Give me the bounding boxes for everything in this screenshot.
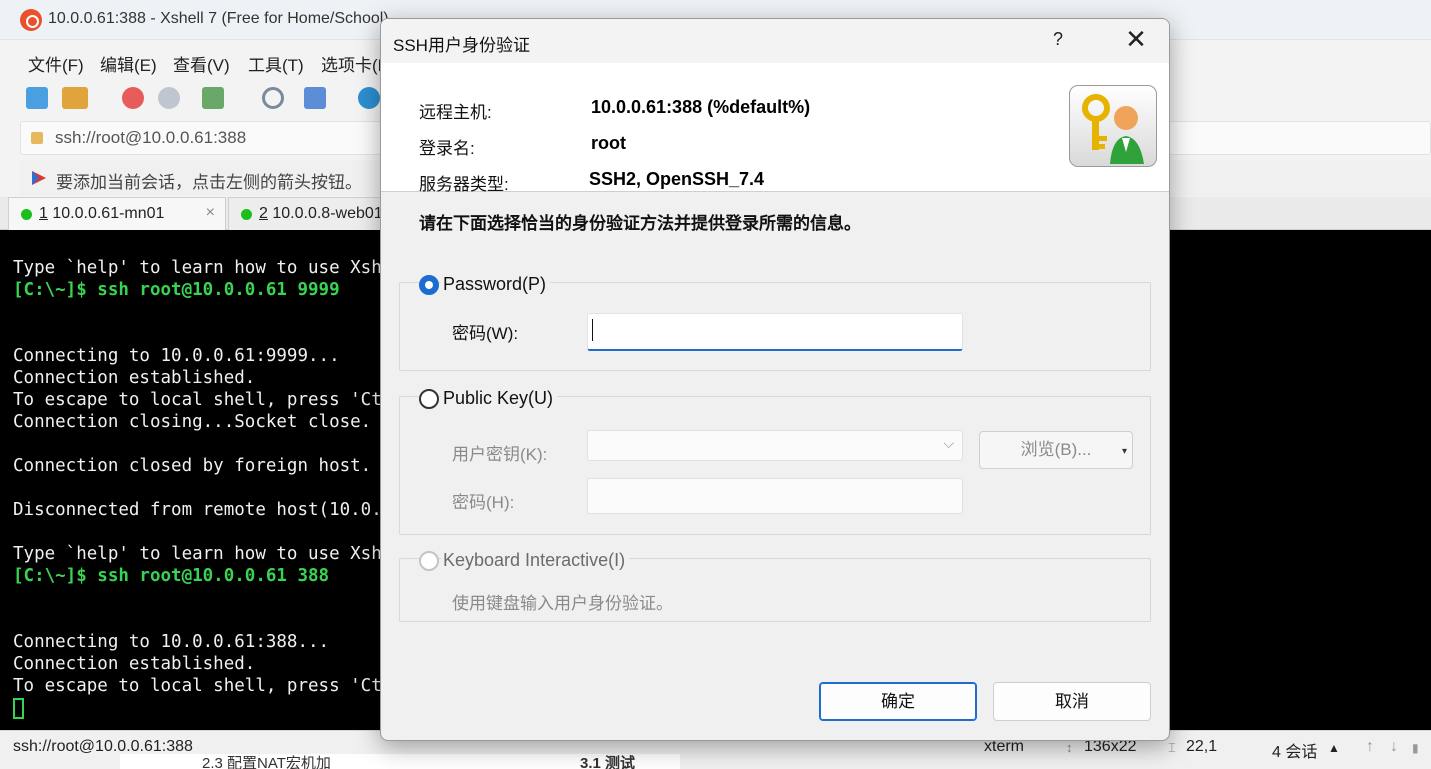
globe-icon[interactable]	[358, 87, 380, 109]
passphrase-label: 密码(H):	[452, 493, 515, 512]
tab-label: 10.0.0.8-web01	[272, 205, 383, 222]
open-folder-icon[interactable]	[62, 87, 88, 109]
server-type-label: 服务器类型:	[419, 175, 509, 194]
login-name-label: 登录名:	[419, 139, 475, 158]
cursor-pos-icon: ⌶	[1168, 740, 1176, 755]
password-radio[interactable]	[419, 275, 439, 295]
password-radio-label[interactable]: Password(P)	[441, 274, 551, 295]
publickey-radio-label[interactable]: Public Key(U)	[441, 388, 558, 409]
dialog-title: SSH用户身份验证	[393, 36, 530, 55]
scroll-up-icon[interactable]: ↑	[1366, 738, 1374, 756]
reconnect-icon[interactable]	[158, 87, 180, 109]
password-auth-group: 密码(W):	[399, 282, 1151, 371]
dialog-titlebar: SSH用户身份验证 ? ✕	[381, 19, 1169, 63]
browse-button-label: 浏览(B)...	[1020, 440, 1092, 459]
session-tab-1[interactable]: 1 10.0.0.61-mn01 ×	[8, 197, 226, 230]
terminal-line: Connection established.	[13, 368, 256, 388]
xshell-logo-icon	[20, 9, 42, 31]
doc-heading-right: 3.1 测试	[580, 755, 636, 769]
search-icon[interactable]	[262, 87, 284, 109]
dropdown-caret-icon: ▾	[1121, 446, 1127, 457]
status-sessions: 4 会话	[1272, 744, 1318, 761]
close-tab-icon[interactable]: ×	[206, 204, 215, 222]
help-button[interactable]: ?	[1053, 29, 1063, 50]
tab-label: 10.0.0.61-mn01	[52, 205, 165, 222]
new-session-icon[interactable]	[26, 87, 48, 109]
ssh-auth-dialog: SSH用户身份验证 ? ✕ 远程主机: 10.0.0.61:388 (%defa…	[380, 18, 1170, 741]
password-input[interactable]	[587, 313, 963, 351]
keyboard-auth-description: 使用键盘输入用户身份验证。	[452, 594, 673, 613]
lock-icon	[31, 132, 43, 144]
publickey-auth-group: 用户密钥(K): ⌵ 浏览(B)... ▾ 密码(H):	[399, 396, 1151, 535]
terminal-line: Connecting to 10.0.0.61:9999...	[13, 346, 340, 366]
dialog-info-header: 远程主机: 10.0.0.61:388 (%default%) 登录名: roo…	[381, 63, 1169, 194]
transfer-icon[interactable]	[304, 87, 326, 109]
user-key-label: 用户密钥(K):	[452, 445, 548, 464]
terminal-line: [C:\~]$ ssh root@10.0.0.61 9999	[13, 280, 340, 300]
menu-file[interactable]: 文件(F)	[28, 51, 84, 76]
add-session-arrow-icon[interactable]	[30, 169, 48, 187]
terminal-line: [C:\~]$ ssh root@10.0.0.61 388	[13, 566, 330, 586]
menu-tools[interactable]: 工具(T)	[248, 51, 304, 76]
keyboard-radio-label[interactable]: Keyboard Interactive(I)	[441, 550, 630, 571]
terminal-line: Connection established.	[13, 654, 256, 674]
tab-number: 1	[39, 205, 48, 222]
cancel-button[interactable]: 取消	[993, 682, 1151, 721]
text-caret	[592, 319, 593, 341]
sessions-up-icon[interactable]: ▲	[1328, 741, 1340, 755]
user-key-select[interactable]: ⌵	[587, 430, 963, 461]
chevron-down-icon: ⌵	[943, 435, 954, 451]
properties-icon[interactable]	[202, 87, 224, 109]
status-pos: 22,1	[1186, 738, 1218, 755]
doc-heading-left: 2.3 配置NAT宏机加	[202, 755, 331, 769]
terminal-line: Connecting to 10.0.0.61:388...	[13, 632, 330, 652]
hint-text: 要添加当前会话，点击左侧的箭头按钮。	[56, 173, 362, 192]
terminal-line: Connection closed by foreign host.	[13, 456, 372, 476]
address-text: ssh://root@10.0.0.61:388	[55, 128, 247, 147]
background-document-strip: 2.3 配置NAT宏机加 3.1 测试	[120, 754, 680, 769]
connected-status-icon	[241, 209, 252, 220]
menu-view[interactable]: 查看(V)	[173, 51, 230, 76]
browse-button[interactable]: 浏览(B)... ▾	[979, 431, 1133, 469]
tab-number: 2	[259, 205, 268, 222]
close-button[interactable]: ✕	[1121, 25, 1151, 55]
disconnect-icon[interactable]	[122, 87, 144, 109]
ok-button[interactable]: 确定	[819, 682, 977, 721]
terminal-line: Connection closing...Socket close.	[13, 412, 372, 432]
remote-host-value: 10.0.0.61:388 (%default%)	[591, 97, 811, 117]
password-field-label: 密码(W):	[452, 324, 519, 343]
server-type-value: SSH2, OpenSSH_7.4	[589, 169, 765, 189]
lock-scroll-icon[interactable]: ▮	[1412, 741, 1419, 755]
scroll-down-icon[interactable]: ↓	[1390, 738, 1398, 756]
keyboard-radio[interactable]	[419, 551, 439, 571]
connected-status-icon	[21, 209, 32, 220]
user-key-icon	[1069, 85, 1157, 167]
login-name-value: root	[591, 133, 626, 153]
auth-instruction: 请在下面选择恰当的身份验证方法并提供登录所需的信息。	[419, 214, 861, 233]
passphrase-input[interactable]	[587, 478, 963, 514]
terminal-cursor	[13, 698, 24, 719]
publickey-radio[interactable]	[419, 389, 439, 409]
remote-host-label: 远程主机:	[419, 103, 492, 122]
app-title: 10.0.0.61:388 - Xshell 7 (Free for Home/…	[48, 10, 389, 27]
size-arrows-icon: ↕	[1066, 740, 1073, 755]
menu-edit[interactable]: 编辑(E)	[100, 51, 157, 76]
